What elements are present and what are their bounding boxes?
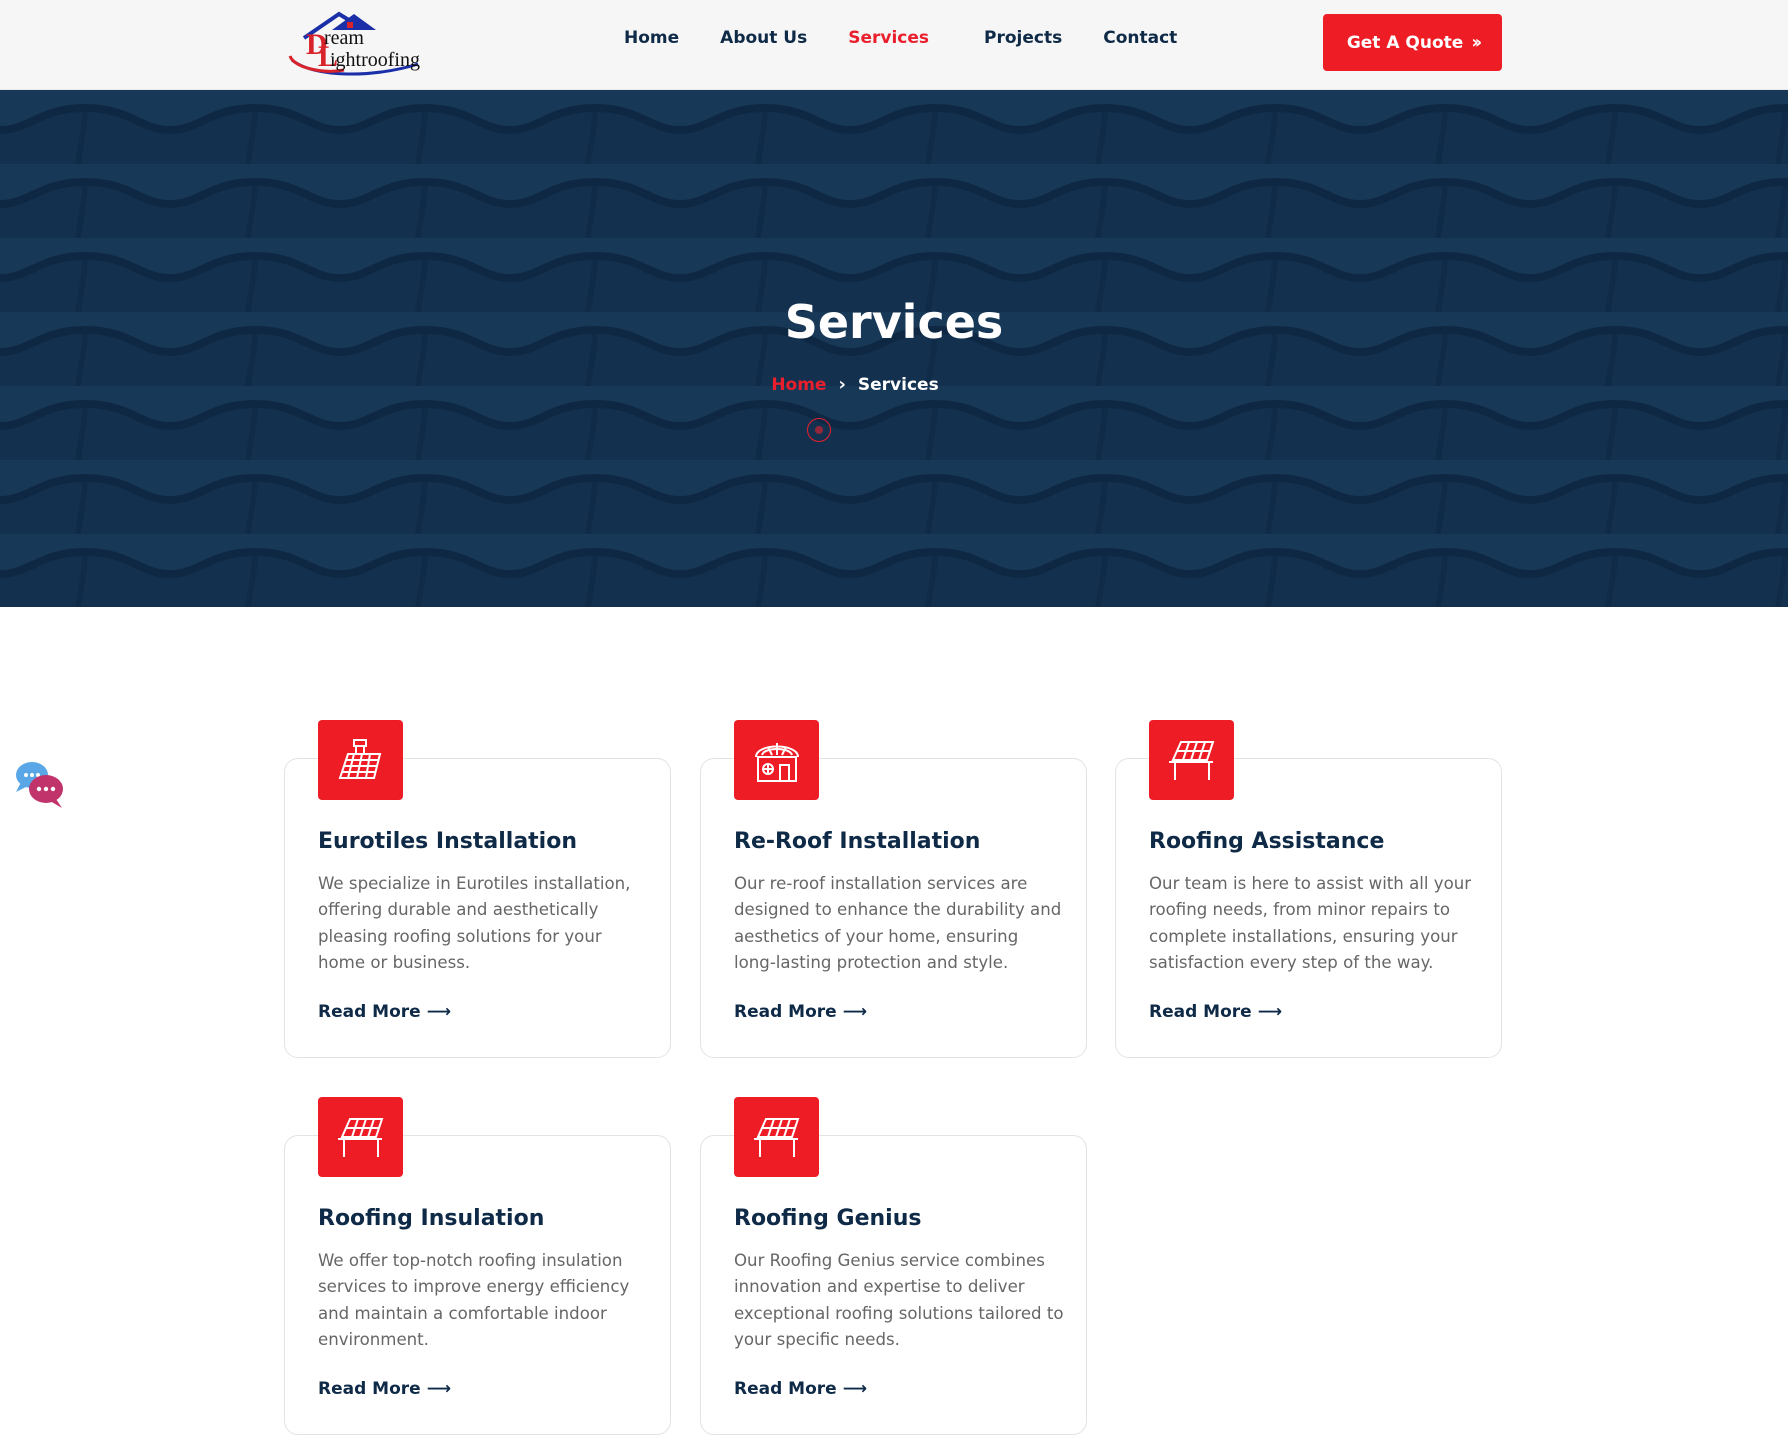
roof-panel-icon bbox=[1149, 720, 1234, 800]
read-more-label: Read More bbox=[318, 1002, 421, 1022]
arrow-right-icon: ⟶ bbox=[426, 1379, 452, 1399]
breadcrumb-current: Services bbox=[857, 374, 939, 395]
roof-panel-icon bbox=[318, 1097, 403, 1177]
nav-home[interactable]: Home bbox=[624, 28, 679, 48]
read-more-link[interactable]: Read More ⟶ bbox=[734, 1379, 867, 1399]
hero-banner: Services Home › Services bbox=[0, 90, 1788, 607]
get-a-quote-button[interactable]: Get A Quote ›› bbox=[1323, 14, 1502, 71]
double-chevron-right-icon: ›› bbox=[1471, 32, 1482, 53]
chat-widget-button[interactable] bbox=[14, 758, 66, 810]
service-title: Roofing Genius bbox=[734, 1206, 922, 1231]
read-more-link[interactable]: Read More ⟶ bbox=[1149, 1002, 1282, 1022]
service-description: Our Roofing Genius service combines inno… bbox=[734, 1251, 1064, 1350]
breadcrumb-home-link[interactable]: Home bbox=[771, 375, 826, 395]
breadcrumb: Home › Services bbox=[0, 374, 1788, 395]
service-title: Roofing Insulation bbox=[318, 1206, 545, 1231]
service-card: Eurotiles Installation We specialize in … bbox=[284, 720, 671, 1058]
service-description: Our team is here to assist with all your… bbox=[1149, 874, 1472, 973]
svg-text:ightroofing: ightroofing bbox=[330, 49, 420, 71]
roof-panel-icon bbox=[734, 1097, 819, 1177]
read-more-link[interactable]: Read More ⟶ bbox=[318, 1002, 451, 1022]
read-more-label: Read More bbox=[734, 1379, 837, 1399]
nav-projects[interactable]: Projects bbox=[984, 28, 1062, 48]
read-more-label: Read More bbox=[734, 1002, 837, 1022]
roof-tiles-icon bbox=[318, 720, 403, 800]
house-roof-icon bbox=[734, 720, 819, 800]
arrow-right-icon: ⟶ bbox=[426, 1002, 452, 1022]
chevron-right-icon: › bbox=[838, 374, 846, 395]
arrow-right-icon: ⟶ bbox=[1257, 1002, 1283, 1022]
service-card: Roofing Assistance Our team is here to a… bbox=[1115, 720, 1502, 1058]
service-card: Roofing Insulation We offer top-notch ro… bbox=[284, 1097, 671, 1435]
nav-services[interactable]: Services bbox=[848, 28, 929, 48]
quote-button-label: Get A Quote bbox=[1346, 32, 1464, 53]
read-more-link[interactable]: Read More ⟶ bbox=[318, 1379, 451, 1399]
nav-about-us[interactable]: About Us bbox=[720, 28, 807, 48]
main-nav: Home About Us Services Projects Contact bbox=[624, 28, 1218, 48]
service-title: Re-Roof Installation bbox=[734, 829, 981, 854]
arrow-right-icon: ⟶ bbox=[842, 1002, 868, 1022]
service-card: Re-Roof Installation Our re-roof install… bbox=[700, 720, 1087, 1058]
arrow-right-icon: ⟶ bbox=[842, 1379, 868, 1399]
chat-bubbles-icon bbox=[16, 762, 63, 808]
nav-contact[interactable]: Contact bbox=[1103, 28, 1177, 48]
service-description: We specialize in Eurotiles installation,… bbox=[318, 874, 631, 973]
service-description: We offer top-notch roofing insulation se… bbox=[318, 1251, 630, 1350]
service-title: Roofing Assistance bbox=[1149, 829, 1385, 854]
logo[interactable]: D ream L ightroofing bbox=[284, 8, 426, 76]
read-more-label: Read More bbox=[1149, 1002, 1252, 1022]
page-title: Services bbox=[784, 295, 1004, 349]
service-description: Our re-roof installation services are de… bbox=[734, 874, 1062, 973]
service-title: Eurotiles Installation bbox=[318, 829, 577, 854]
hero-ring-icon bbox=[807, 418, 831, 442]
read-more-link[interactable]: Read More ⟶ bbox=[734, 1002, 867, 1022]
site-header: D ream L ightroofing Home About Us Servi… bbox=[0, 0, 1788, 90]
logo-house-icon: D ream L ightroofing bbox=[288, 11, 420, 76]
read-more-label: Read More bbox=[318, 1379, 421, 1399]
service-card: Roofing Genius Our Roofing Genius servic… bbox=[700, 1097, 1087, 1435]
